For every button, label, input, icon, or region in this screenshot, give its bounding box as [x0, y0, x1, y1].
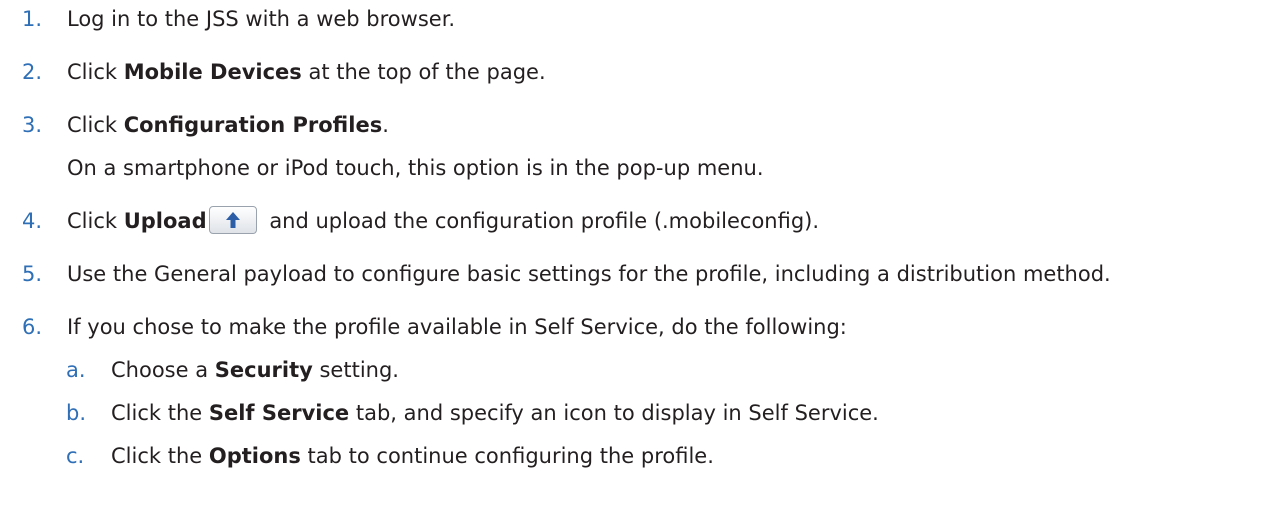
- ui-term-self-service: Self Service: [208, 401, 350, 425]
- ui-term-configuration-profiles: Configuration Profiles: [123, 113, 383, 137]
- substep-text-pre: Click the: [111, 444, 209, 468]
- step-text-pre: Click: [67, 209, 124, 233]
- ui-term-mobile-devices: Mobile Devices: [123, 60, 302, 84]
- substep-text: Click the Self Service tab, and specify …: [111, 399, 879, 427]
- step-number: 6.: [22, 315, 43, 339]
- step-text: Click Configuration Profiles.: [67, 111, 389, 139]
- substep-letter: c.: [66, 444, 85, 468]
- step-text: Click Upload and upload the configuratio…: [67, 206, 820, 235]
- step-number: 5.: [22, 262, 43, 286]
- ui-term-security: Security: [214, 358, 313, 382]
- step-text: Use the General payload to configure bas…: [67, 262, 1111, 286]
- substep-text-post: setting.: [312, 358, 399, 382]
- step-text-post: .: [382, 113, 389, 137]
- step-number: 3.: [22, 113, 43, 137]
- substep-text-post: tab, and specify an icon to display in S…: [349, 401, 879, 425]
- substep-text: Choose a Security setting.: [111, 356, 399, 384]
- upload-button[interactable]: [208, 206, 257, 234]
- step-text-post: at the top of the page.: [301, 60, 546, 84]
- step-number: 2.: [22, 60, 43, 84]
- step-text: Click Mobile Devices at the top of the p…: [67, 58, 546, 86]
- substep-text-pre: Choose a: [111, 358, 215, 382]
- step-note: On a smartphone or iPod touch, this opti…: [67, 156, 764, 180]
- substep-letter: a.: [66, 358, 86, 382]
- step-text-pre: Click: [67, 60, 124, 84]
- substep-text-post: tab to continue configuring the profile.: [300, 444, 714, 468]
- ui-term-options: Options: [208, 444, 301, 468]
- step-text-post: and upload the configuration profile (.m…: [262, 209, 820, 233]
- substep-letter: b.: [66, 401, 87, 425]
- substep-text: Click the Options tab to continue config…: [111, 442, 714, 470]
- substep-text-pre: Click the: [111, 401, 209, 425]
- step-number: 4.: [22, 209, 43, 233]
- step-text-pre: Click: [67, 113, 124, 137]
- step-text: If you chose to make the profile availab…: [67, 315, 847, 339]
- upload-arrow-icon: [225, 212, 240, 228]
- step-text: Log in to the JSS with a web browser.: [67, 7, 456, 31]
- step-number: 1.: [22, 7, 43, 31]
- ui-term-upload: Upload: [123, 209, 207, 233]
